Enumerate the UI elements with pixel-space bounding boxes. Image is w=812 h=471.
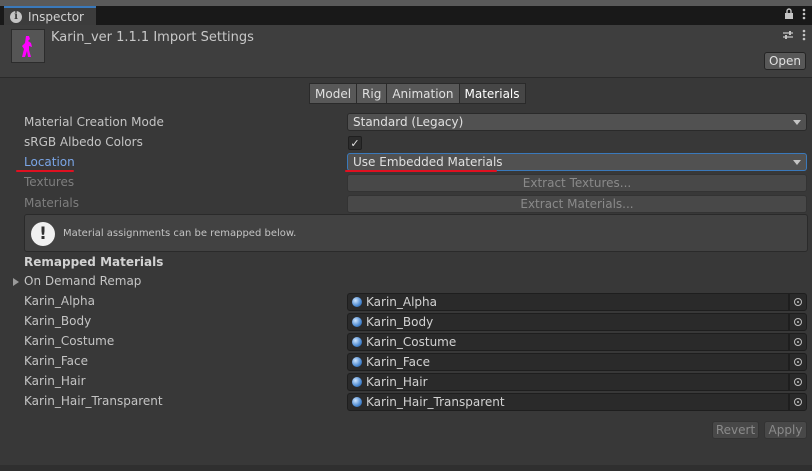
material-object-field[interactable]: Karin_Hair [347, 373, 789, 391]
object-picker-button[interactable] [789, 373, 807, 391]
extract-textures-button[interactable]: Extract Textures... [347, 174, 807, 192]
object-picker-button[interactable] [789, 333, 807, 351]
material-object-value: Karin_Hair_Transparent [366, 395, 505, 409]
on-demand-remap-foldout[interactable]: On Demand Remap [24, 274, 141, 288]
srgb-albedo-checkbox[interactable]: ✓ [348, 136, 362, 150]
material-object-value: Karin_Hair [366, 375, 428, 389]
tab-bar-strip [0, 0, 812, 6]
annotation-underline-location-value [345, 170, 497, 172]
material-creation-mode-value: Standard (Legacy) [353, 115, 464, 129]
info-icon: i [10, 10, 22, 23]
warning-icon: ! [31, 222, 55, 246]
tab-inspector-label: Inspector [28, 9, 84, 24]
location-value: Use Embedded Materials [353, 155, 503, 169]
annotation-underline-location-label [16, 170, 74, 172]
object-picker-button[interactable] [789, 353, 807, 371]
chevron-down-icon [793, 160, 801, 165]
material-object-value: Karin_Costume [366, 335, 457, 349]
extract-materials-button[interactable]: Extract Materials... [347, 195, 807, 213]
material-object-value: Karin_Face [366, 355, 431, 369]
object-picker-button[interactable] [789, 393, 807, 411]
material-creation-mode-dropdown[interactable]: Standard (Legacy) [347, 113, 807, 131]
asset-title: Karin_ver 1.1.1 Import Settings [51, 30, 254, 45]
material-object-field[interactable]: Karin_Hair_Transparent [347, 393, 789, 411]
revert-button[interactable]: Revert [712, 421, 759, 439]
object-picker-icon [794, 398, 802, 406]
object-picker-button[interactable] [789, 313, 807, 331]
checkmark-icon: ✓ [350, 136, 360, 150]
asset-header: Karin_ver 1.1.1 Import Settings [0, 25, 812, 78]
object-picker-icon [794, 378, 802, 386]
srgb-albedo-label: sRGB Albedo Colors [24, 135, 143, 149]
tab-rig[interactable]: Rig [356, 83, 388, 104]
remap-row-label: Karin_Face [24, 354, 89, 368]
material-object-value: Karin_Body [366, 315, 434, 329]
material-object-field[interactable]: Karin_Body [347, 313, 789, 331]
help-text: Material assignments can be remapped bel… [63, 228, 297, 239]
remap-row-label: Karin_Hair [24, 374, 86, 388]
help-box: ! Material assignments can be remapped b… [24, 214, 808, 252]
object-picker-icon [794, 318, 802, 326]
remap-row-label: Karin_Body [24, 314, 92, 328]
remapped-materials-title: Remapped Materials [24, 255, 164, 269]
material-object-field[interactable]: Karin_Alpha [347, 293, 789, 311]
object-picker-icon [794, 298, 802, 306]
material-object-value: Karin_Alpha [366, 295, 438, 309]
tab-model[interactable]: Model [309, 83, 358, 104]
model-asset-icon [11, 29, 45, 63]
material-creation-mode-label: Material Creation Mode [24, 115, 164, 129]
kebab-menu-icon[interactable] [802, 29, 806, 44]
window-actions [784, 6, 806, 24]
location-dropdown[interactable]: Use Embedded Materials [347, 153, 807, 171]
material-sphere-icon [352, 317, 362, 327]
tab-animation[interactable]: Animation [386, 83, 460, 104]
lock-icon[interactable] [784, 8, 794, 22]
remap-row-label: Karin_Alpha [24, 294, 96, 308]
object-picker-button[interactable] [789, 293, 807, 311]
object-picker-icon [794, 338, 802, 346]
material-object-field[interactable]: Karin_Costume [347, 333, 789, 351]
bottom-edge [0, 465, 812, 471]
material-sphere-icon [352, 377, 362, 387]
object-picker-icon [794, 358, 802, 366]
tab-inspector[interactable]: i Inspector [4, 6, 96, 25]
open-button[interactable]: Open [764, 52, 806, 70]
location-label: Location [24, 155, 75, 169]
textures-label: Textures [24, 175, 75, 189]
kebab-menu-icon[interactable] [802, 8, 806, 23]
import-tabs: Model Rig Animation Materials [309, 83, 526, 104]
remap-row-label: Karin_Costume [24, 334, 115, 348]
remap-row-label: Karin_Hair_Transparent [24, 394, 163, 408]
materials-label: Materials [24, 196, 80, 210]
material-sphere-icon [352, 337, 362, 347]
material-sphere-icon [352, 297, 362, 307]
apply-button[interactable]: Apply [764, 421, 807, 439]
tab-materials[interactable]: Materials [458, 83, 526, 104]
chevron-down-icon [793, 120, 801, 125]
window-tab-bar: i Inspector [0, 0, 812, 25]
foldout-arrow-icon[interactable] [13, 278, 19, 286]
material-object-field[interactable]: Karin_Face [347, 353, 789, 371]
header-actions [782, 29, 806, 44]
material-sphere-icon [352, 357, 362, 367]
material-sphere-icon [352, 397, 362, 407]
sliders-icon[interactable] [782, 29, 794, 44]
